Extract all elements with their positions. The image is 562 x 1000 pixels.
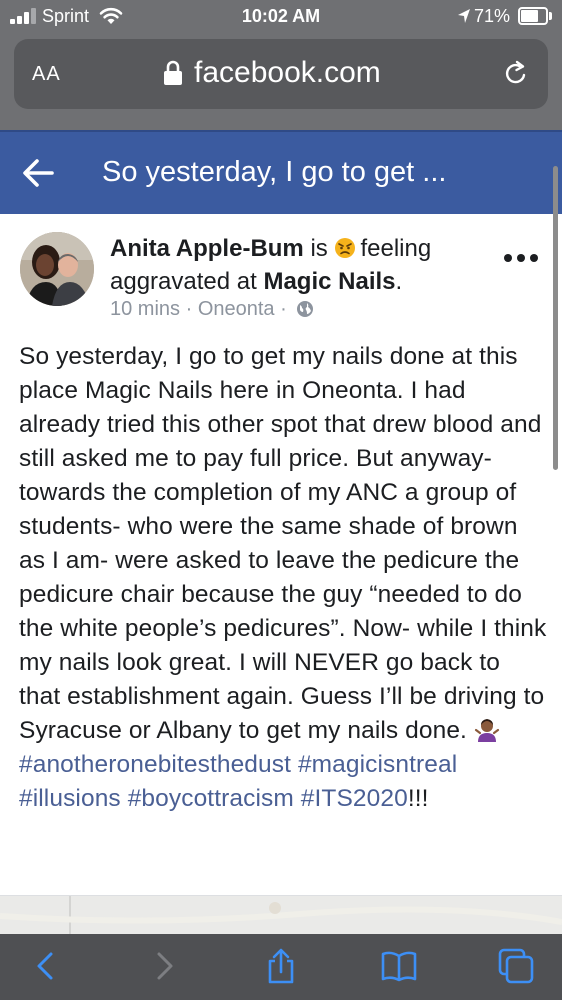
forward-icon[interactable]	[146, 948, 182, 984]
reload-icon[interactable]	[502, 59, 530, 87]
hashtag-link[interactable]: #magicisntreal	[298, 751, 457, 778]
meta-separator: ·	[185, 298, 193, 320]
post-body-text: So yesterday, I go to get my nails done …	[19, 343, 547, 744]
status-bar: Sprint 10:02 AM 71%	[0, 0, 562, 34]
browser-toolbar	[0, 934, 562, 1000]
lock-icon	[164, 60, 182, 85]
avatar[interactable]	[20, 232, 94, 306]
scrollbar[interactable]	[553, 166, 558, 470]
text-size-button[interactable]: AA	[32, 63, 61, 86]
more-options-icon[interactable]	[502, 252, 540, 264]
post-meta: 10 mins · Oneonta ·	[110, 298, 314, 321]
battery-level	[521, 10, 539, 22]
author-name[interactable]: Anita Apple-Bum	[110, 235, 304, 262]
share-icon[interactable]	[263, 948, 299, 984]
carrier-name: Sprint	[42, 6, 90, 26]
tabs-icon[interactable]	[498, 948, 534, 984]
header-title: So yesterday, I go to get ...	[102, 156, 447, 188]
battery-tip	[549, 12, 552, 20]
hashtag-link[interactable]: #boycottracism	[128, 785, 294, 812]
url-domain[interactable]: facebook.com	[194, 56, 381, 90]
back-arrow-icon[interactable]	[22, 158, 54, 188]
map-preview[interactable]	[0, 895, 562, 938]
post-time[interactable]: 10 mins	[110, 298, 180, 320]
browser-chrome: AA facebook.com	[0, 34, 562, 130]
post-location[interactable]: Oneonta	[198, 298, 275, 320]
back-icon[interactable]	[28, 948, 64, 984]
meta-separator: ·	[280, 298, 287, 320]
post-header-bar: So yesterday, I go to get ...	[0, 130, 562, 214]
hashtag-link[interactable]: #anotheronebitesthedust	[19, 751, 291, 778]
signal-icon	[10, 8, 38, 24]
wifi-icon	[99, 7, 123, 24]
angry-face-icon	[335, 238, 356, 258]
address-bar[interactable]: AA facebook.com	[14, 39, 548, 109]
person-shrugging-icon	[474, 719, 499, 742]
hashtag-link[interactable]: #illusions	[19, 785, 121, 812]
hashtag-link[interactable]: #ITS2020	[301, 785, 408, 812]
post-author-line: Anita Apple-Bum is feeling aggravated at…	[110, 232, 490, 298]
post-body: So yesterday, I go to get my nails done …	[19, 340, 547, 816]
trailing-text: !!!	[407, 785, 429, 812]
bookmarks-icon[interactable]	[381, 948, 417, 984]
globe-icon	[297, 301, 314, 317]
location-icon	[458, 9, 470, 23]
battery-icon	[518, 7, 548, 25]
place-suffix: .	[395, 268, 403, 295]
post-card: Anita Apple-Bum is feeling aggravated at…	[0, 214, 562, 895]
battery-percent: 71%	[474, 6, 511, 26]
place-link[interactable]: Magic Nails	[263, 268, 395, 295]
feeling-prefix: is	[310, 235, 328, 262]
